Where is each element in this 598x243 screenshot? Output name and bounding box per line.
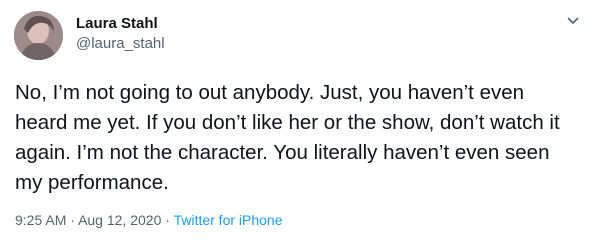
avatar[interactable] xyxy=(14,11,63,60)
author-handle[interactable]: @laura_stahl xyxy=(76,34,165,54)
tweet-source-link[interactable]: Twitter for iPhone xyxy=(174,212,283,228)
tweet-card: Laura Stahl @laura_stahl No, I’m not goi… xyxy=(0,0,598,243)
tweet-text: No, I’m not going to out anybody. Just, … xyxy=(15,81,560,194)
meta-separator: · xyxy=(165,212,170,228)
tweet-meta: 9:25 AM · Aug 12, 2020 · Twitter for iPh… xyxy=(15,210,283,230)
tweet-time[interactable]: 9:25 AM xyxy=(15,212,66,228)
avatar-image xyxy=(14,11,63,60)
author-name[interactable]: Laura Stahl xyxy=(76,14,158,34)
meta-separator: · xyxy=(70,212,75,228)
chevron-down-icon[interactable] xyxy=(566,14,580,28)
tweet-date[interactable]: Aug 12, 2020 xyxy=(78,212,161,228)
